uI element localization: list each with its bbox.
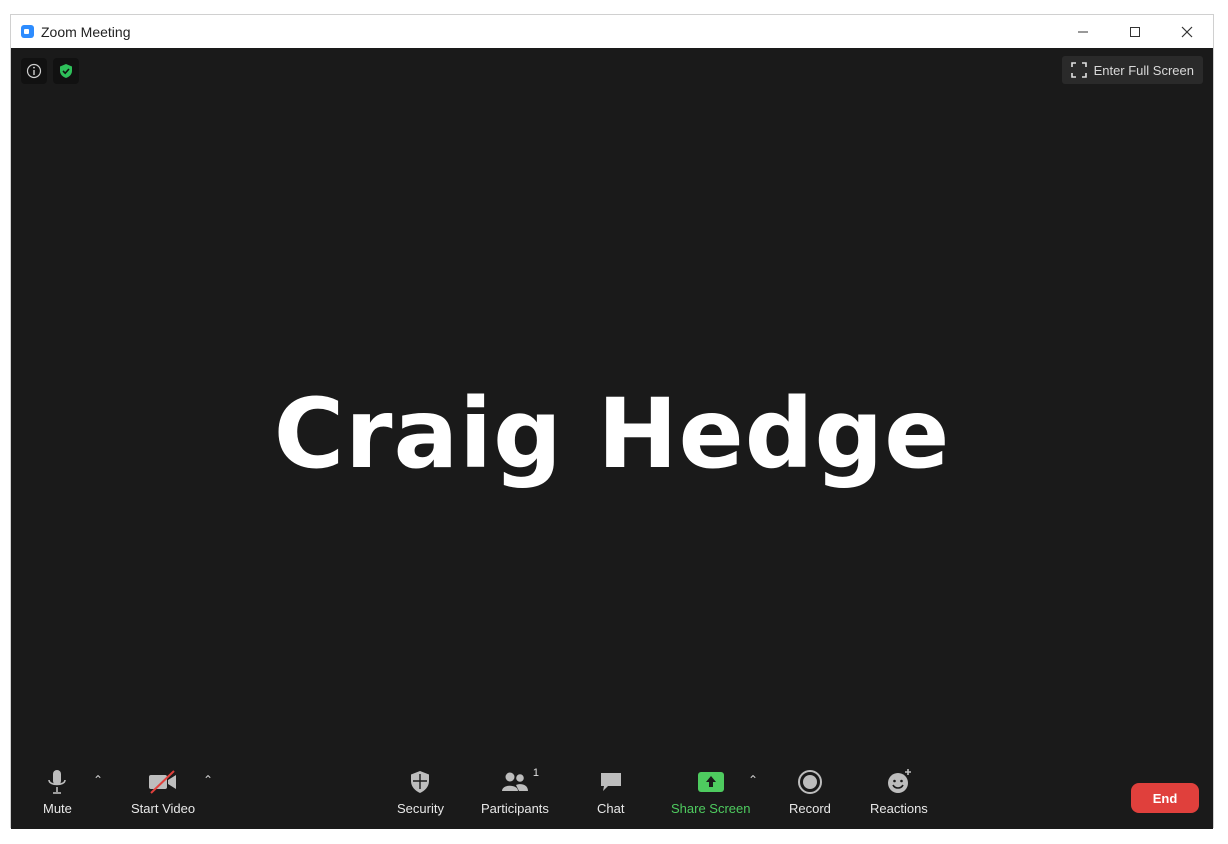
meeting-info-button[interactable] [21, 58, 47, 84]
participants-icon [501, 772, 528, 791]
security-shield-icon [411, 771, 430, 793]
video-off-icon [149, 770, 177, 794]
participants-button[interactable]: 1 Participants [481, 767, 549, 816]
microphone-icon [48, 770, 67, 794]
video-area: Enter Full Screen Craig Hedge Mute ⌃ Sta… [11, 48, 1213, 829]
record-icon [797, 770, 822, 794]
participant-name: Craig Hedge [273, 378, 951, 490]
info-icon [26, 63, 42, 79]
full-screen-label: Enter Full Screen [1093, 62, 1194, 78]
security-button[interactable]: Security [397, 767, 444, 816]
start-video-button[interactable]: Start Video [131, 767, 195, 816]
security-label: Security [397, 801, 444, 816]
window-title: Zoom Meeting [41, 23, 131, 40]
expand-icon [1070, 62, 1087, 78]
close-button[interactable] [1161, 15, 1213, 48]
share-options-chevron-icon[interactable]: ⌃ [748, 773, 758, 787]
maximize-icon [1130, 26, 1140, 37]
chat-label: Chat [597, 801, 625, 816]
share-screen-icon [697, 772, 724, 792]
audio-options-chevron-icon[interactable]: ⌃ [93, 773, 103, 787]
reactions-smiley-icon [887, 769, 911, 793]
mute-label: Mute [43, 801, 72, 816]
mute-button[interactable]: Mute [43, 767, 72, 816]
close-icon [1181, 26, 1193, 37]
end-meeting-button[interactable]: End [1131, 783, 1199, 813]
minimize-icon [1078, 31, 1088, 32]
shield-check-icon [60, 64, 72, 78]
zoom-app-icon [21, 25, 34, 38]
maximize-button[interactable] [1109, 15, 1161, 48]
record-button[interactable]: Record [789, 767, 831, 816]
meeting-toolbar: Mute ⌃ Start Video ⌃ Security 1 Particip… [11, 761, 1213, 829]
video-options-chevron-icon[interactable]: ⌃ [203, 773, 213, 787]
share-screen-button[interactable]: Share Screen [671, 767, 751, 816]
enter-full-screen-button[interactable]: Enter Full Screen [1061, 56, 1203, 84]
title-bar: Zoom Meeting [11, 15, 1213, 48]
chat-bubble-icon [600, 773, 621, 791]
encryption-button[interactable] [53, 58, 79, 84]
record-label: Record [789, 801, 831, 816]
start-video-label: Start Video [131, 801, 196, 816]
zoom-window: Zoom Meeting Enter Full Screen Craig Hed… [10, 14, 1214, 829]
chat-button[interactable]: Chat [597, 767, 624, 816]
share-screen-label: Share Screen [671, 801, 751, 816]
minimize-button[interactable] [1057, 15, 1109, 48]
window-controls [1057, 15, 1213, 48]
top-left-indicators [21, 58, 79, 84]
reactions-button[interactable]: Reactions [870, 767, 928, 816]
reactions-label: Reactions [870, 801, 928, 816]
participants-label: Participants [481, 801, 549, 816]
participants-count: 1 [532, 767, 539, 779]
